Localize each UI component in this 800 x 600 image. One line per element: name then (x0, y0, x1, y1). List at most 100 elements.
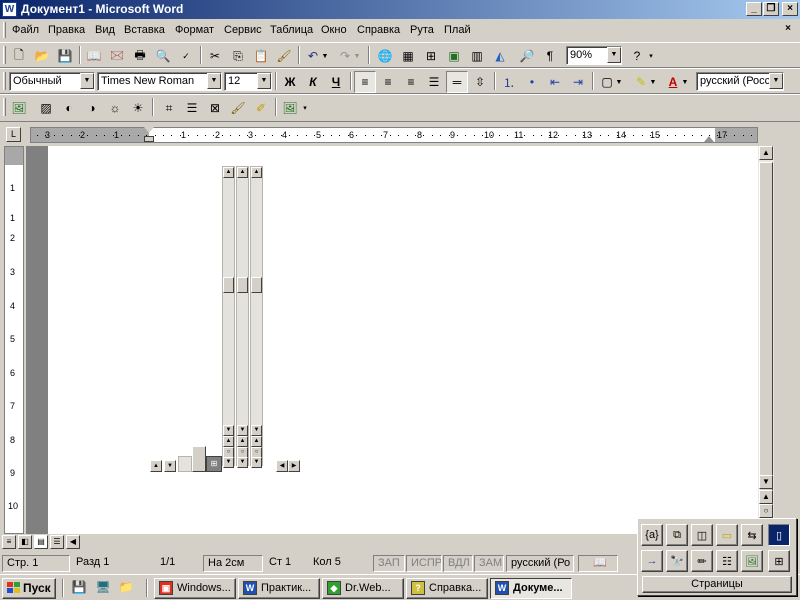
align-center-icon[interactable]: ≡ (377, 71, 399, 93)
justify-icon[interactable]: ☰ (423, 71, 445, 93)
vertical-ruler[interactable]: 1 1 2 3 4 5 6 7 8 9 10 (4, 146, 24, 534)
list-icon[interactable]: ☷ (716, 550, 738, 572)
first-line-indent-marker[interactable] (144, 127, 154, 133)
insert-excel-icon[interactable]: ▣ (443, 45, 465, 67)
picture-icon[interactable]: 🖼 (741, 550, 763, 572)
quicklaunch-save-icon[interactable]: 💾 (70, 580, 88, 596)
next-icon[interactable]: ▼ (237, 457, 248, 468)
menu-tools[interactable]: Сервис (224, 24, 262, 36)
compress-picture-icon[interactable]: ⊠ (204, 97, 226, 119)
format-painter-icon[interactable]: 🖌 (273, 45, 295, 67)
language-dropdown-icon[interactable]: ▼ (769, 73, 783, 89)
cut-icon[interactable]: ✂ (204, 45, 226, 67)
word-app-icon[interactable]: W (2, 2, 17, 17)
embedded-scrollbar[interactable]: ▲ ▼ ▲ ○ ▼ (236, 166, 249, 468)
scroll-down-icon[interactable]: ▼ (251, 425, 262, 436)
menu-window[interactable]: Окно (321, 24, 347, 36)
scroll-up-icon[interactable]: ▲ (223, 167, 234, 178)
switch-icon[interactable]: ⇆ (741, 524, 763, 546)
status-language[interactable]: русский (Ро (506, 555, 574, 572)
note-icon[interactable]: ▭ (716, 524, 738, 546)
email-icon[interactable]: 🖂 (106, 45, 128, 67)
start-button[interactable]: Пуск (2, 578, 56, 599)
underline-button[interactable]: Ч (325, 71, 347, 93)
multipage-icon[interactable]: ⧉ (666, 524, 688, 546)
toolbar-options-icon[interactable]: ▾ (300, 97, 310, 119)
select-browse-object-icon[interactable]: ○ (759, 504, 773, 518)
prev-icon[interactable]: ▲ (237, 436, 248, 447)
normal-view-icon[interactable]: ≡ (2, 535, 16, 549)
prev-icon[interactable]: ▲ (251, 436, 262, 447)
line-spacing-icon[interactable]: ⇳ (469, 71, 491, 93)
columns-icon[interactable]: ▥ (466, 45, 488, 67)
style-dropdown-icon[interactable]: ▼ (80, 73, 94, 89)
print-preview-icon[interactable]: 🔍 (152, 45, 174, 67)
restore-button[interactable]: ❐ (763, 2, 779, 16)
scroll-down-icon[interactable]: ▼ (759, 475, 773, 489)
print-layout-icon[interactable]: ▤ (34, 535, 48, 549)
paste-icon[interactable]: 📋 (250, 45, 272, 67)
more-contrast-icon[interactable]: ◐ (58, 97, 80, 119)
status-extend[interactable]: ВДЛ (443, 555, 473, 572)
tab-selector-button[interactable]: L (6, 127, 21, 142)
tables-borders-icon[interactable]: ▦ (397, 45, 419, 67)
pencil-icon[interactable]: ✏ (691, 550, 713, 572)
scroll-down-icon[interactable]: ▼ (164, 460, 176, 472)
ruler-strip[interactable]: 3 2 1 1 2 3 4 5 6 7 8 9 10 11 12 13 14 1… (30, 127, 758, 143)
scroll-up-icon[interactable]: ▲ (150, 460, 162, 472)
borders-dropdown-icon[interactable]: ▼ (614, 71, 624, 93)
page-number-icon[interactable]: ◫ (691, 524, 713, 546)
font-dropdown-icon[interactable]: ▼ (207, 73, 221, 89)
copy-icon[interactable]: ⎘ (227, 45, 249, 67)
outline-view-icon[interactable]: ☰ (50, 535, 64, 549)
scroll-left-icon[interactable]: ◀ (66, 535, 80, 549)
embedded-scrollbar[interactable]: ▲ ▼ ▲ ○ ▼ (222, 166, 235, 468)
less-contrast-icon[interactable]: ◑ (81, 97, 103, 119)
scroll-down-icon[interactable]: ▼ (237, 425, 248, 436)
status-overtype[interactable]: ЗАМ (474, 555, 504, 572)
vertical-scrollbar[interactable]: ▲ ▼ ▲ ○ ▼ (758, 146, 774, 534)
document-map-icon[interactable]: 🔎 (516, 45, 538, 67)
menu-help[interactable]: Справка (357, 24, 400, 36)
arrow-right-icon[interactable]: → (641, 550, 663, 572)
menu-edit[interactable]: Правка (48, 24, 85, 36)
embedded-scrollbar[interactable]: ▲ ▼ ▲ ○ ▼ (250, 166, 263, 468)
insert-table-icon[interactable]: ⊞ (420, 45, 442, 67)
more-brightness-icon[interactable]: ☼ (104, 97, 126, 119)
document-close-button[interactable]: × (780, 23, 796, 37)
scroll-up-icon[interactable]: ▲ (237, 167, 248, 178)
toolbar-grip[interactable] (3, 98, 6, 116)
font-size-select[interactable]: 12 ▼ (224, 72, 272, 91)
insert-picture-icon[interactable]: 🖼 (8, 97, 30, 119)
embedded-control[interactable] (192, 446, 206, 472)
save-icon[interactable]: 💾 (54, 45, 76, 67)
permission-icon[interactable]: 📖 (83, 45, 105, 67)
task-button-document[interactable]: W Докуме... (490, 578, 572, 599)
decrease-indent-icon[interactable]: ⇤ (544, 71, 566, 93)
menu-insert[interactable]: Вставка (124, 24, 165, 36)
previous-page-icon[interactable]: ▲ (759, 490, 773, 504)
hyperlink-icon[interactable]: 🌐 (374, 45, 396, 67)
web-layout-icon[interactable]: ◧ (18, 535, 32, 549)
distributed-icon[interactable]: ═ (446, 71, 468, 93)
new-document-icon[interactable]: 🗋 (8, 45, 30, 67)
scroll-thumb[interactable] (223, 277, 234, 293)
style-select[interactable]: Обычный ▼ (9, 72, 95, 91)
next-icon[interactable]: ▼ (223, 457, 234, 468)
spelling-status-icon[interactable]: 📖 (578, 555, 618, 572)
increase-indent-icon[interactable]: ⇥ (567, 71, 589, 93)
document-page[interactable]: ▲ ▼ ▲ ○ ▼ ▲ ▼ ▲ ○ ▼ ▲ ▼ ▲ ○ ▼ ▲ ▼ ⊞ ◀ ▶ (48, 146, 758, 534)
show-hide-icon[interactable]: ¶ (539, 45, 561, 67)
next-icon[interactable]: ▼ (251, 457, 262, 468)
scroll-up-icon[interactable]: ▲ (759, 146, 773, 160)
menu-ruta[interactable]: Рута (410, 24, 434, 36)
redo-dropdown-icon[interactable]: ▼ (352, 45, 362, 67)
highlight-dropdown-icon[interactable]: ▼ (648, 71, 658, 93)
status-record[interactable]: ЗАП (373, 555, 405, 572)
set-transparent-icon[interactable]: ✐ (250, 97, 272, 119)
help-icon[interactable]: ? (626, 45, 648, 67)
bold-button[interactable]: Ж (279, 71, 301, 93)
task-button-practicum[interactable]: W Практик... (238, 578, 320, 599)
align-left-icon[interactable]: ≡ (354, 71, 376, 93)
scroll-left-icon[interactable]: ◀ (276, 460, 288, 472)
